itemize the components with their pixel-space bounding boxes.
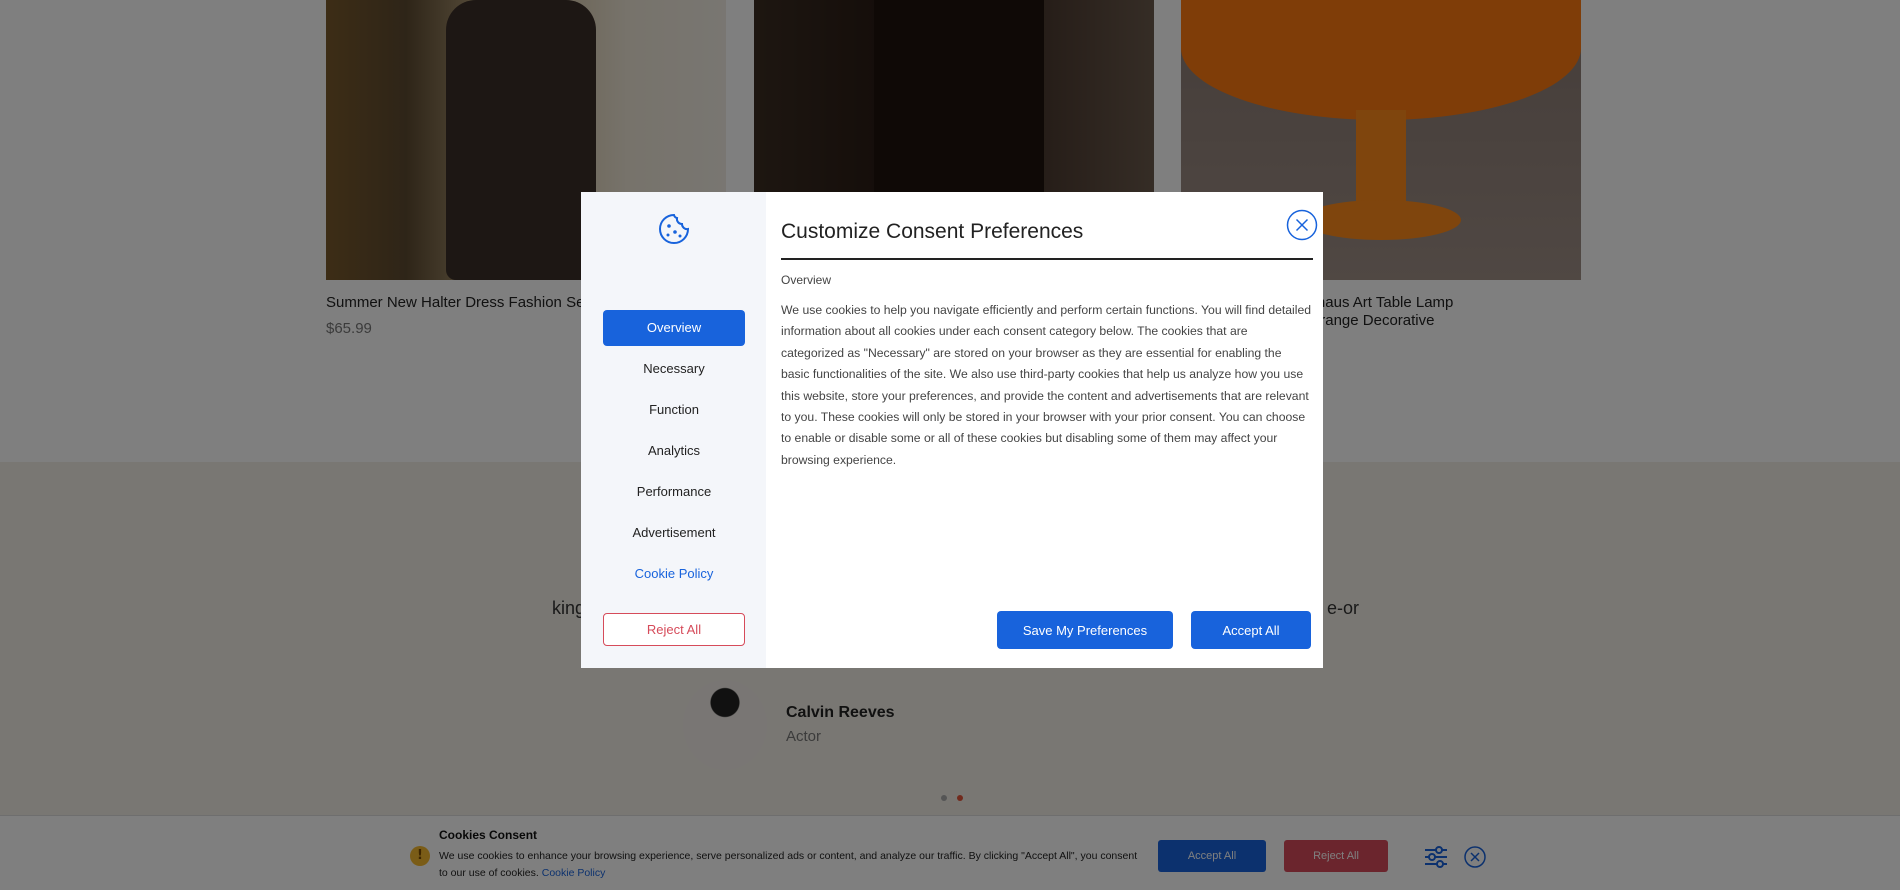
cookie-policy-link[interactable]: Cookie Policy xyxy=(603,566,745,581)
modal-title: Customize Consent Preferences xyxy=(781,220,1084,243)
tab-performance[interactable]: Performance xyxy=(603,474,745,510)
modal-content: Customize Consent Preferences Overview W… xyxy=(766,192,1323,668)
tab-function[interactable]: Function xyxy=(603,392,745,428)
consent-preferences-modal: Overview Necessary Function Analytics Pe… xyxy=(581,192,1323,668)
tab-necessary[interactable]: Necessary xyxy=(603,351,745,387)
accept-all-button[interactable]: Accept All xyxy=(1191,611,1311,649)
tab-advertisement[interactable]: Advertisement xyxy=(603,515,745,551)
modal-sidebar: Overview Necessary Function Analytics Pe… xyxy=(581,192,766,668)
tab-overview[interactable]: Overview xyxy=(603,310,745,346)
section-title: Overview xyxy=(781,273,832,287)
consent-category-nav: Overview Necessary Function Analytics Pe… xyxy=(603,310,745,556)
tab-analytics[interactable]: Analytics xyxy=(603,433,745,469)
reject-all-button[interactable]: Reject All xyxy=(603,613,745,646)
save-preferences-button[interactable]: Save My Preferences xyxy=(997,611,1173,649)
section-description: We use cookies to help you navigate effi… xyxy=(781,303,1312,467)
close-icon[interactable] xyxy=(1286,209,1318,241)
title-divider xyxy=(781,258,1313,260)
cookie-icon xyxy=(659,213,690,244)
